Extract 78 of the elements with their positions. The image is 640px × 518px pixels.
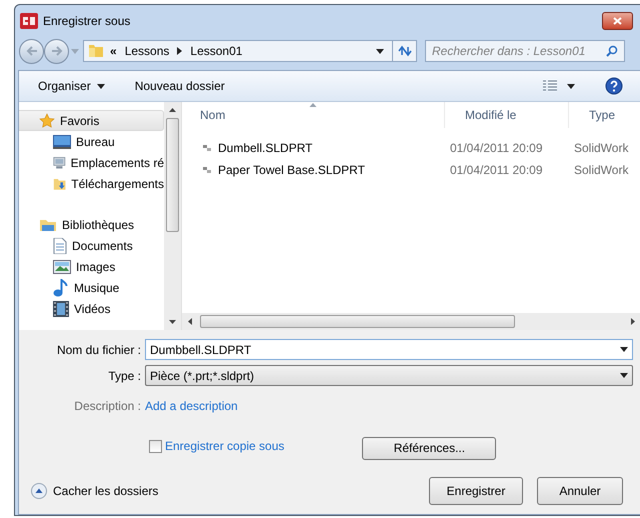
nav-group[interactable]: Favoris	[19, 110, 164, 131]
search-icon	[606, 45, 618, 57]
nav-item[interactable]: Bureau	[19, 131, 164, 152]
dropdown-caret-icon	[96, 84, 105, 88]
cancel-button[interactable]: Annuler	[537, 476, 623, 504]
scroll-down-icon	[169, 320, 176, 324]
copy-checkbox[interactable]: Enregistrer copie sous	[149, 437, 284, 455]
type-dropdown[interactable]: Pièce (*.prt;*.sldprt)	[145, 365, 633, 386]
search-field[interactable]: Rechercher dans : Lesson01	[425, 40, 625, 62]
column-header[interactable]: Modifié le	[444, 102, 568, 128]
column-header[interactable]: Nom	[182, 102, 444, 128]
part-file-icon	[202, 143, 212, 153]
dropdown-caret-icon	[620, 347, 628, 352]
vertical-scrollbar[interactable]	[164, 102, 181, 330]
dropdown-caret-icon	[620, 373, 628, 378]
scroll-thumb[interactable]	[166, 118, 179, 232]
film-icon	[53, 300, 69, 316]
music-note-icon	[53, 278, 69, 296]
type-cell-text: SolidWork	[573, 140, 628, 157]
breadcrumb[interactable]: Lessons	[124, 42, 170, 60]
close-icon	[613, 16, 622, 24]
dropdown-caret-icon	[567, 84, 575, 88]
refresh-icon	[398, 45, 412, 57]
nav-item[interactable]: Images	[19, 256, 164, 277]
help-icon[interactable]	[605, 77, 623, 95]
star-icon	[39, 112, 55, 128]
forward-arrow-icon	[50, 46, 62, 56]
breadcrumb[interactable]: Lesson01	[190, 42, 242, 60]
desktop-icon	[53, 134, 71, 148]
view-options-button[interactable]	[543, 80, 575, 92]
close-button[interactable]	[602, 12, 633, 30]
type-cell-text: SolidWork	[573, 162, 628, 179]
description-label: Description :	[73, 398, 142, 415]
references-button[interactable]: Références...	[362, 436, 496, 460]
nav-item[interactable]: Vidéos	[19, 298, 164, 319]
image-icon	[53, 260, 71, 274]
address-dropdown-icon	[376, 48, 384, 54]
app-logo-icon	[19, 12, 39, 30]
nav-item[interactable]: Documents	[19, 235, 164, 256]
checkbox-box[interactable]	[149, 440, 162, 452]
scroll-left-icon	[188, 318, 192, 325]
document-icon	[53, 238, 67, 254]
date-cell-text: 01/04/2011 20:09	[449, 162, 544, 179]
save-button[interactable]: Enregistrer	[429, 476, 523, 504]
history-caret-icon	[71, 48, 79, 54]
type-label: Type :	[107, 368, 142, 384]
list-view-icon	[543, 80, 557, 92]
scroll-thumb[interactable]	[200, 315, 515, 328]
part-file-icon	[202, 165, 212, 175]
filename-field[interactable]: Dumbbell.SLDPRT	[145, 339, 633, 360]
window-title: Enregistrer sous	[43, 12, 130, 30]
nav-item[interactable]: Téléchargements	[19, 173, 164, 194]
column-header[interactable]: Type	[568, 102, 628, 128]
overflow-chevron[interactable]: «	[110, 42, 117, 60]
back-button[interactable]	[19, 38, 44, 64]
add-description-link[interactable]: Add a description	[145, 397, 238, 415]
organize-menu[interactable]: Organiser	[38, 77, 105, 95]
scroll-right-icon	[631, 318, 635, 325]
nav-group[interactable]: Bibliothèques	[19, 214, 164, 235]
nav-item[interactable]: Musique	[19, 277, 164, 298]
date-cell-text: 01/04/2011 20:09	[449, 140, 544, 157]
collapse-icon	[31, 482, 47, 498]
forward-button[interactable]	[44, 38, 69, 64]
sort-arrow-icon	[310, 103, 316, 107]
back-arrow-icon	[26, 46, 38, 56]
horizontal-scrollbar[interactable]	[182, 313, 640, 330]
filename-label: Nom du fichier :	[56, 342, 142, 358]
folder-icon	[88, 43, 104, 59]
computer-icon	[53, 154, 66, 170]
address-bar[interactable]: « Lessons Lesson01	[83, 40, 417, 62]
file-name-cell[interactable]: Dumbell.SLDPRT	[218, 139, 312, 157]
hide-folders-button[interactable]: Cacher les dossiers	[31, 482, 158, 500]
file-name-cell[interactable]: Paper Towel Base.SLDPRT	[218, 161, 365, 179]
nav-item[interactable]: Emplacements ré	[19, 152, 164, 173]
scroll-up-icon	[169, 108, 176, 112]
new-folder-button[interactable]: Nouveau dossier	[134, 77, 225, 95]
breadcrumb-arrow-icon	[177, 47, 182, 55]
search-placeholder: Rechercher dans : Lesson01	[432, 43, 586, 60]
